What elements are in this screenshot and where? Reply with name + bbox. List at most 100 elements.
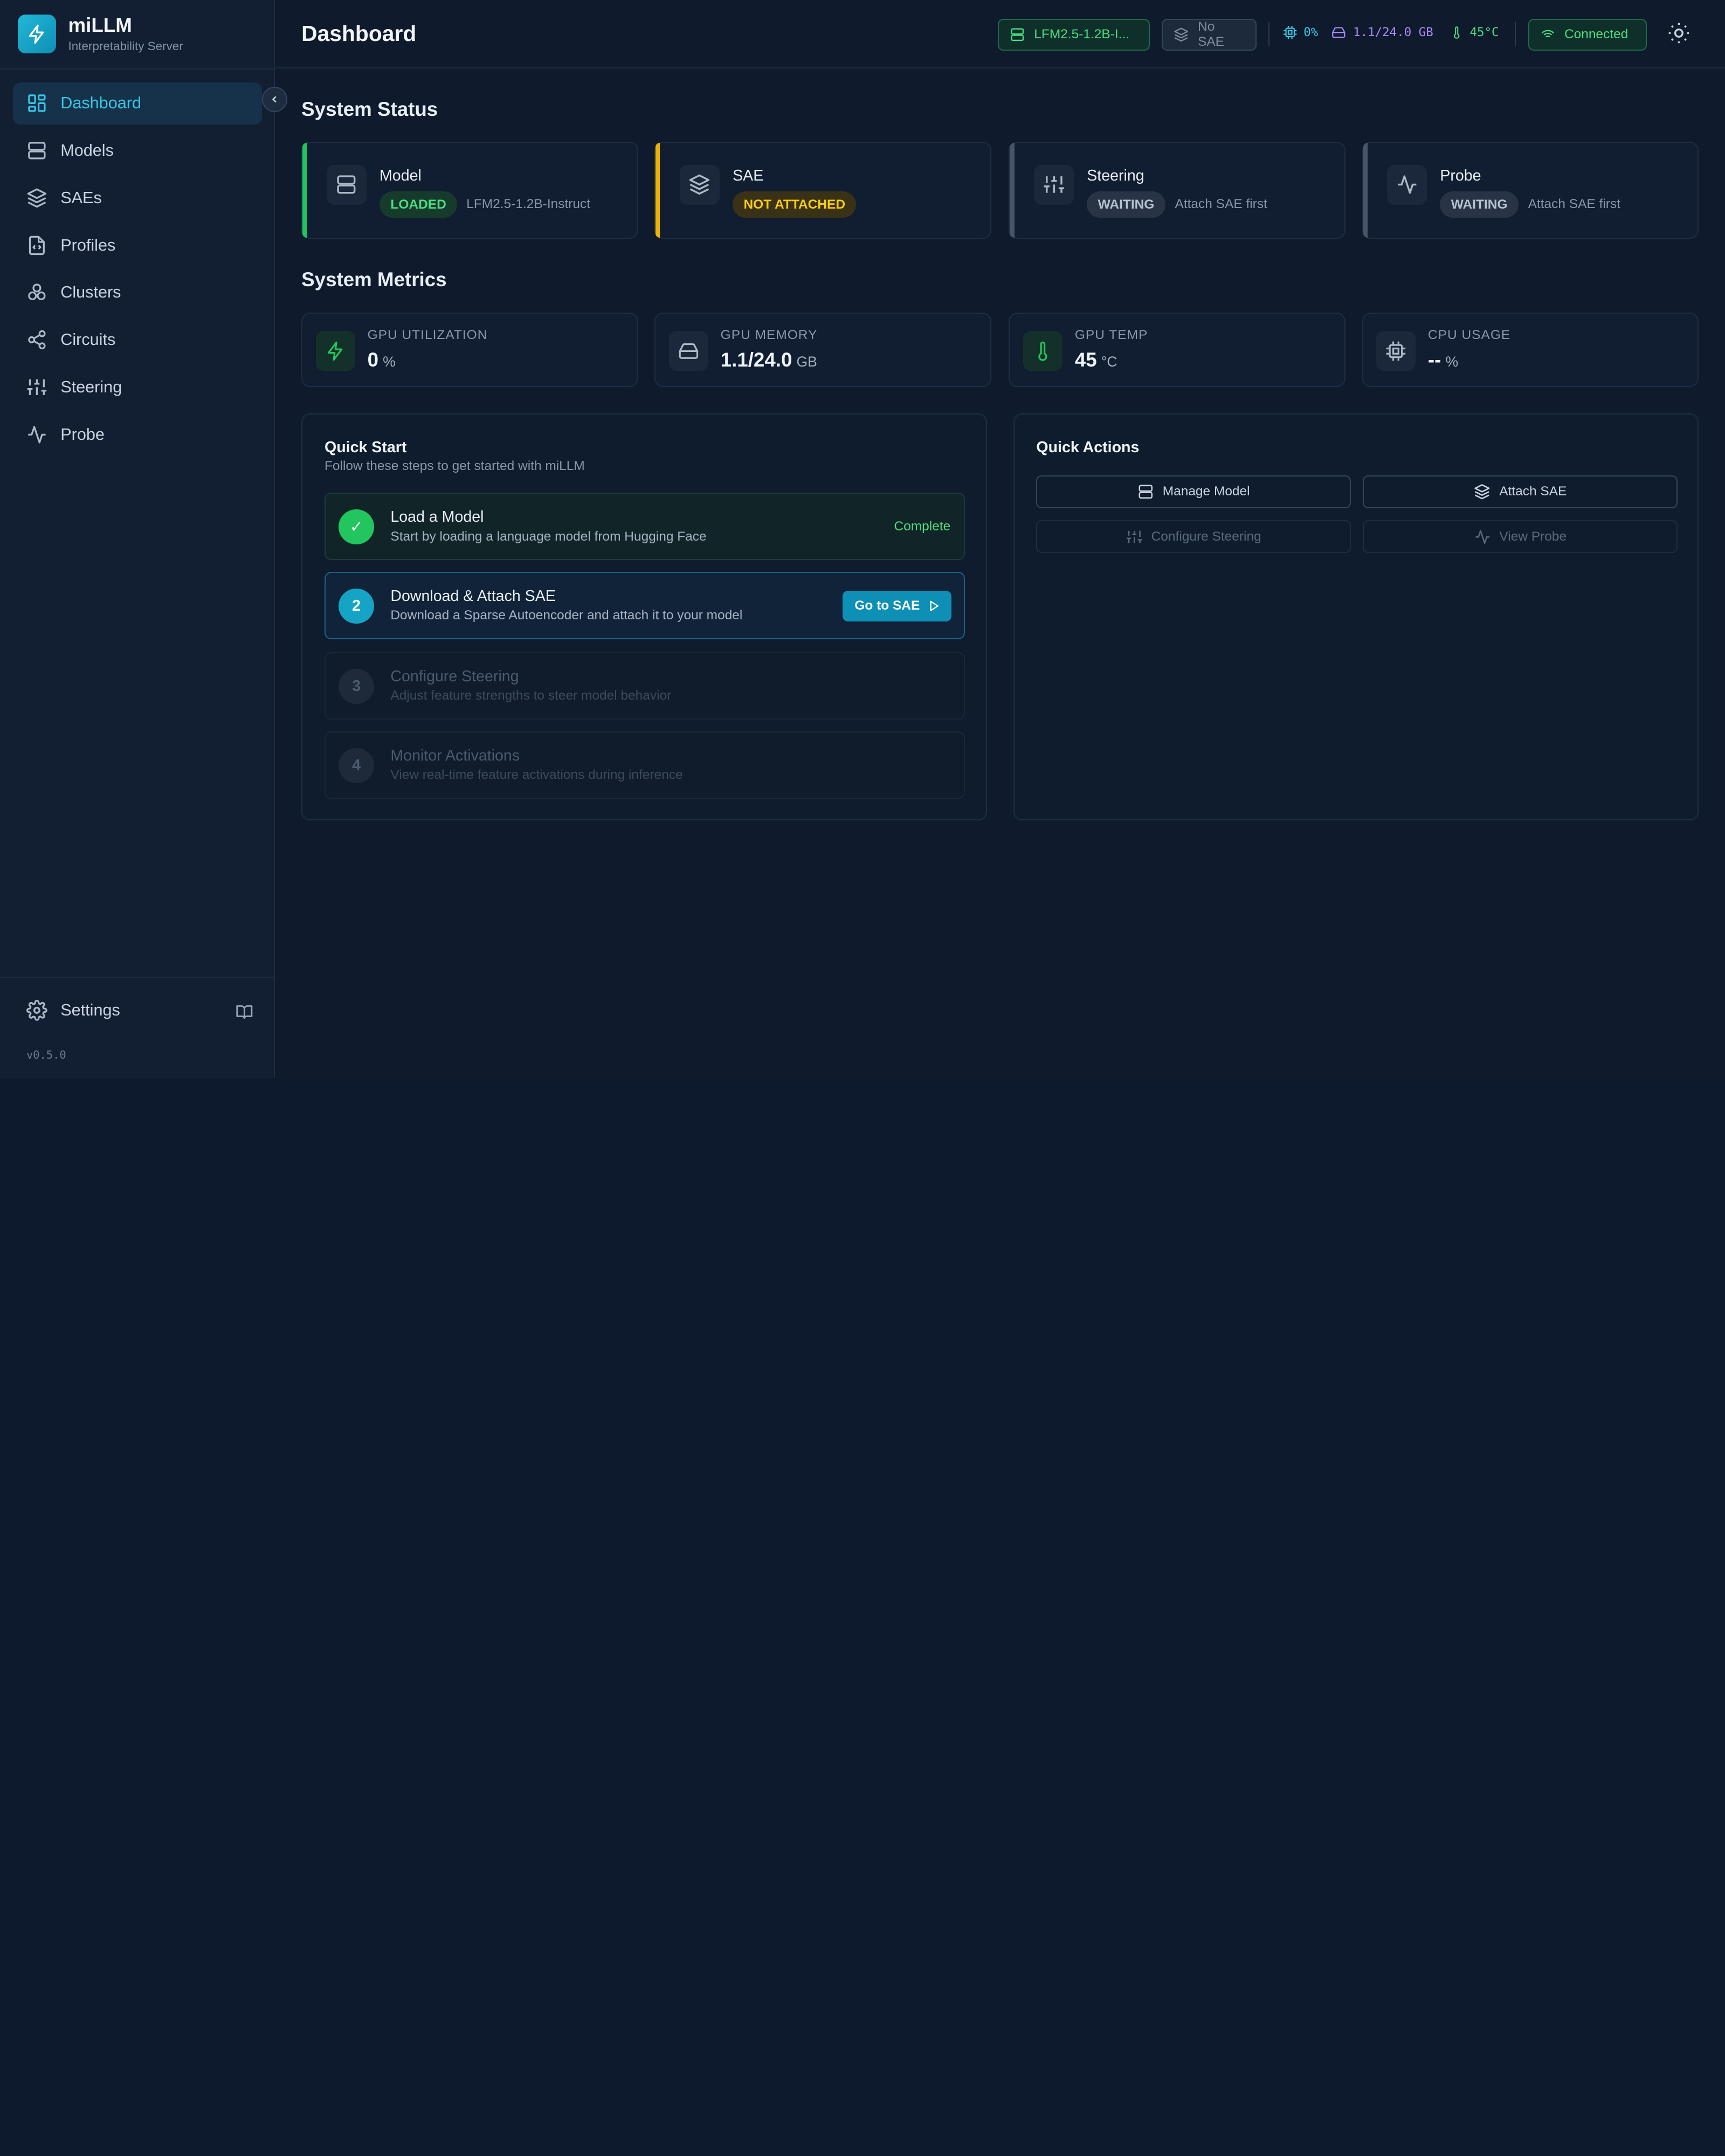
connection-status-pill: Connected <box>1528 18 1647 51</box>
cpu-chip-icon <box>1376 331 1416 371</box>
sidebar-item-profiles[interactable]: Profiles <box>13 224 261 266</box>
model-pill-label: LFM2.5-1.2B-I... <box>1034 27 1130 42</box>
view-probe-button[interactable]: View Probe <box>1363 520 1678 554</box>
sidebar-item-label: Clusters <box>60 283 121 302</box>
gear-icon <box>26 1000 47 1021</box>
gpu-temp-card: GPU TEMP 45 °C <box>1009 312 1346 388</box>
model-pill[interactable]: LFM2.5-1.2B-I... <box>997 18 1150 51</box>
dashboard-grid-icon <box>28 94 46 112</box>
sidebar-item-circuits[interactable]: Circuits <box>13 319 261 361</box>
step-title: Configure Steering <box>390 667 519 685</box>
step-description: View real-time feature activations durin… <box>390 768 683 783</box>
server-icon <box>1011 28 1024 42</box>
sidebar-item-label: SAEs <box>60 188 102 207</box>
app-window: miLLM Interpretability Server Dashboard … <box>0 0 1725 1078</box>
manage-model-button[interactable]: Manage Model <box>1036 475 1351 508</box>
status-badge: WAITING <box>1087 191 1165 218</box>
metric-value: 1.1/24.0 GB <box>721 349 817 371</box>
divider <box>1268 22 1270 46</box>
model-status-card: Model LOADED LFM2.5-1.2B-Instruct <box>301 142 638 239</box>
metric-label: GPU UTILIZATION <box>367 328 488 343</box>
share-nodes-icon <box>28 330 46 350</box>
sidebar-item-steering[interactable]: Steering <box>13 367 261 409</box>
metric-number: -- <box>1427 348 1441 371</box>
status-badge: LOADED <box>380 191 458 218</box>
step-description: Adjust feature strengths to steer model … <box>390 688 672 703</box>
activity-icon <box>1387 165 1427 205</box>
quick-start-step-attach-sae: 2 Download & Attach SAE Download a Spars… <box>324 572 965 639</box>
hard-drive-icon <box>668 331 709 371</box>
sidebar: miLLM Interpretability Server Dashboard … <box>0 0 275 1078</box>
attach-sae-button[interactable]: Attach SAE <box>1363 475 1678 508</box>
layers-icon <box>27 188 47 208</box>
step-title: Monitor Activations <box>390 747 520 764</box>
step-description: Download a Sparse Autoencoder and attach… <box>390 608 743 623</box>
metric-number: 1.1/24.0 <box>720 348 792 371</box>
metric-value: 45 °C <box>1075 349 1117 371</box>
wifi-icon <box>1541 30 1554 40</box>
view-probe-label: View Probe <box>1499 529 1567 544</box>
gpu-util-value: 0% <box>1303 25 1319 40</box>
sidebar-item-saes[interactable]: SAEs <box>13 177 261 219</box>
status-detail: LFM2.5-1.2B-Instruct <box>466 197 591 212</box>
metric-unit: GB <box>796 353 817 370</box>
step-title: Load a Model <box>390 508 484 526</box>
thermometer-icon <box>1453 26 1460 39</box>
collapse-sidebar-button[interactable] <box>261 87 287 113</box>
sae-pill-label: No SAE <box>1198 19 1224 50</box>
gpu-mem-stat: 1.1/24.0 GB <box>1331 25 1433 40</box>
cpu-chip-icon <box>1283 26 1296 39</box>
brand-name: miLLM <box>68 13 132 36</box>
step-number: 3 <box>339 668 374 704</box>
configure-steering-button[interactable]: Configure Steering <box>1036 520 1351 554</box>
metric-label: CPU USAGE <box>1427 328 1511 343</box>
manage-model-label: Manage Model <box>1162 484 1250 499</box>
sun-icon <box>1668 23 1689 43</box>
theme-toggle-button[interactable] <box>1668 22 1690 49</box>
go-to-sae-button[interactable]: Go to SAE <box>843 590 952 621</box>
metric-value: --% <box>1428 349 1458 371</box>
metric-unit: °C <box>1101 353 1117 370</box>
activity-icon <box>1475 530 1489 544</box>
status-detail: Attach SAE first <box>1528 197 1620 212</box>
sidebar-item-label: Models <box>60 141 114 160</box>
layers-icon <box>1474 484 1490 500</box>
status-accent-bar <box>656 143 660 238</box>
attach-sae-label: Attach SAE <box>1499 484 1567 499</box>
sidebar-item-dashboard[interactable]: Dashboard <box>13 82 262 125</box>
step-description: Start by loading a language model from H… <box>390 529 707 544</box>
sidebar-item-settings[interactable]: Settings <box>26 1000 120 1021</box>
top-bar: Dashboard LFM2.5-1.2B-I... No SAE 0% 1.1… <box>275 0 1725 68</box>
gpu-temp-value: 45°C <box>1469 25 1499 40</box>
system-status-title: System Status <box>301 98 438 120</box>
gpu-mem-value: 1.1/24.0 GB <box>1353 25 1433 40</box>
status-badge: WAITING <box>1440 191 1519 218</box>
quick-actions-title: Quick Actions <box>1036 439 1140 457</box>
thermometer-icon <box>1023 331 1063 371</box>
hard-drive-icon <box>1332 27 1346 38</box>
quick-start-panel: Quick Start Follow these steps to get st… <box>301 413 987 821</box>
metric-value: 0% <box>368 349 396 371</box>
metric-label: GPU TEMP <box>1074 328 1148 343</box>
sidebar-item-label: Profiles <box>60 236 116 254</box>
gpu-util-stat: 0% <box>1283 25 1319 40</box>
sidebar-item-clusters[interactable]: Clusters <box>13 272 261 314</box>
quick-start-step-configure-steering: 3 Configure Steering Adjust feature stre… <box>324 652 965 720</box>
step-number: 4 <box>339 748 374 783</box>
sidebar-item-models[interactable]: Models <box>13 130 261 172</box>
book-icon[interactable] <box>236 1003 253 1025</box>
status-detail: Attach SAE first <box>1175 197 1267 212</box>
settings-label: Settings <box>60 1000 120 1019</box>
gpu-temp-stat: 45°C <box>1450 25 1499 40</box>
gpu-utilization-card: GPU UTILIZATION 0% <box>301 312 638 388</box>
status-badge: NOT ATTACHED <box>733 191 857 218</box>
quick-start-subtitle: Follow these steps to get started with m… <box>324 458 585 473</box>
sae-pill[interactable]: No SAE <box>1162 18 1257 51</box>
status-accent-bar <box>1363 143 1368 238</box>
step-complete-label: Complete <box>894 519 951 534</box>
chevron-left-icon <box>272 96 277 103</box>
version-label: v0.5.0 <box>26 1048 66 1061</box>
sidebar-item-probe[interactable]: Probe <box>13 413 261 455</box>
cpu-usage-card: CPU USAGE --% <box>1362 312 1699 388</box>
go-to-sae-label: Go to SAE <box>854 598 920 613</box>
